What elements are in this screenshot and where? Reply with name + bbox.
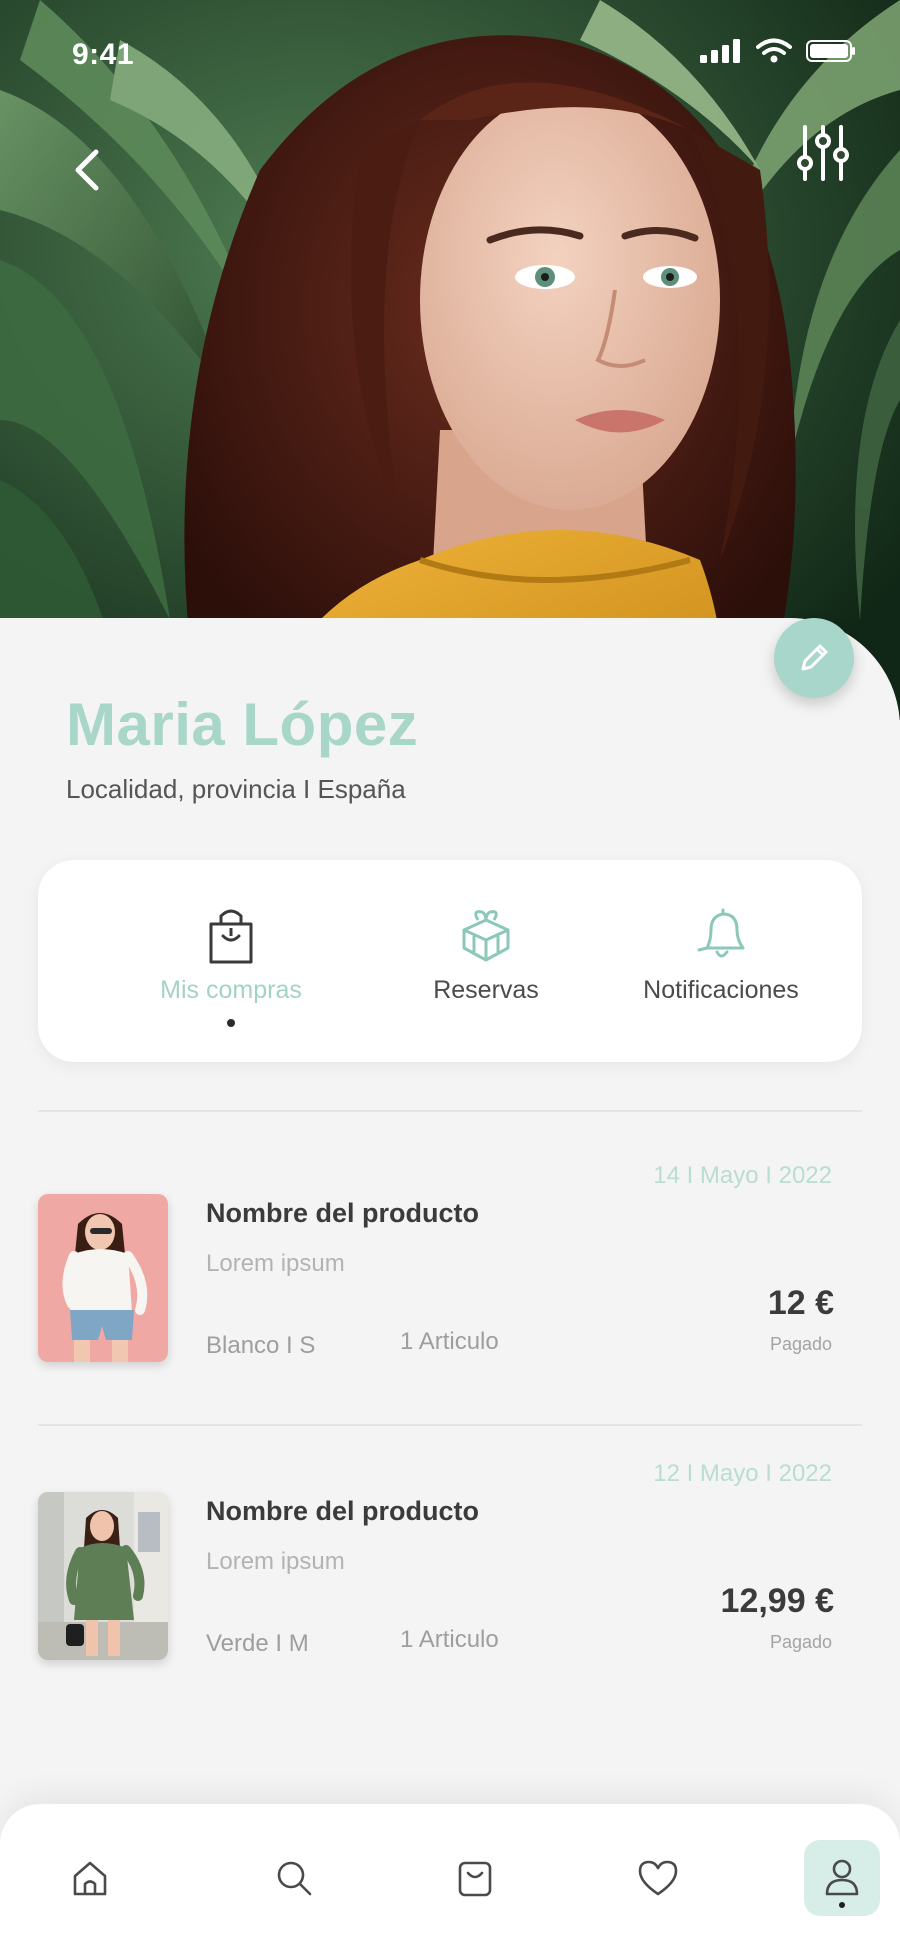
product-quantity: 1 Articulo xyxy=(400,1626,499,1653)
active-tab-indicator xyxy=(227,1019,235,1027)
tab-label: Reservas xyxy=(433,976,539,1004)
product-variant: Blanco I S xyxy=(206,1332,316,1359)
nav-profile[interactable] xyxy=(804,1840,880,1916)
tab-label: Mis compras xyxy=(160,976,302,1004)
tab-mis-compras[interactable]: Mis compras xyxy=(108,860,354,1062)
back-button[interactable] xyxy=(62,140,112,200)
product-name: Nombre del producto xyxy=(206,1198,480,1228)
signal-icon xyxy=(700,39,740,63)
status-icons xyxy=(700,38,856,64)
nav-cart[interactable] xyxy=(437,1840,513,1916)
product-quantity: 1 Articulo xyxy=(400,1328,499,1355)
payment-status: Pagado xyxy=(769,1334,832,1354)
chevron-left-icon xyxy=(75,149,99,191)
order-item[interactable]: 12 I Mayo I 2022 Nombre del producto Lor… xyxy=(38,1460,862,1682)
filter-button[interactable] xyxy=(790,120,856,186)
nav-search[interactable] xyxy=(256,1840,332,1916)
nav-favorites[interactable] xyxy=(620,1840,696,1916)
profile-hero: 9:41 xyxy=(0,0,900,720)
product-thumbnail xyxy=(38,1492,168,1660)
pencil-icon xyxy=(801,644,828,671)
nav-home[interactable] xyxy=(52,1840,128,1916)
profile-tabs: Mis compras Reservas Notificaciones xyxy=(38,860,862,1062)
heart-icon xyxy=(638,1860,678,1896)
product-name: Nombre del producto xyxy=(206,1496,480,1526)
cart-icon xyxy=(458,1861,492,1897)
order-price: 12,99 € xyxy=(720,1582,834,1620)
active-nav-indicator xyxy=(839,1902,845,1908)
user-icon xyxy=(825,1859,859,1896)
order-price: 12 € xyxy=(767,1284,834,1322)
divider xyxy=(38,1424,862,1426)
sliders-icon xyxy=(797,125,849,181)
payment-status: Pagado xyxy=(769,1632,832,1652)
product-description: Lorem ipsum xyxy=(206,1250,345,1277)
gift-box-icon xyxy=(462,910,510,962)
tab-notificaciones[interactable]: Notificaciones xyxy=(586,860,856,1062)
profile-name: Maria López xyxy=(66,691,419,758)
shopping-bag-icon xyxy=(209,909,253,964)
status-bar: 9:41 xyxy=(0,0,900,110)
order-date: 14 I Mayo I 2022 xyxy=(653,1162,832,1189)
tab-label: Notificaciones xyxy=(643,976,799,1004)
product-description: Lorem ipsum xyxy=(206,1548,345,1575)
bottom-navigation xyxy=(0,1804,900,1953)
divider xyxy=(38,1110,862,1112)
bell-icon xyxy=(697,908,745,958)
product-thumbnail xyxy=(38,1194,168,1362)
status-time: 9:41 xyxy=(72,38,135,71)
edit-profile-button[interactable] xyxy=(774,618,854,698)
order-date: 12 I Mayo I 2022 xyxy=(653,1460,832,1487)
search-icon xyxy=(277,1861,312,1896)
product-variant: Verde I M xyxy=(206,1630,309,1657)
wifi-icon xyxy=(756,38,792,63)
tab-reservas[interactable]: Reservas xyxy=(378,860,594,1062)
profile-location: Localidad, provincia I España xyxy=(66,774,406,804)
home-icon xyxy=(73,1861,107,1896)
battery-icon xyxy=(806,40,855,62)
order-item[interactable]: 14 I Mayo I 2022 Nombre del producto Lor… xyxy=(38,1162,862,1384)
